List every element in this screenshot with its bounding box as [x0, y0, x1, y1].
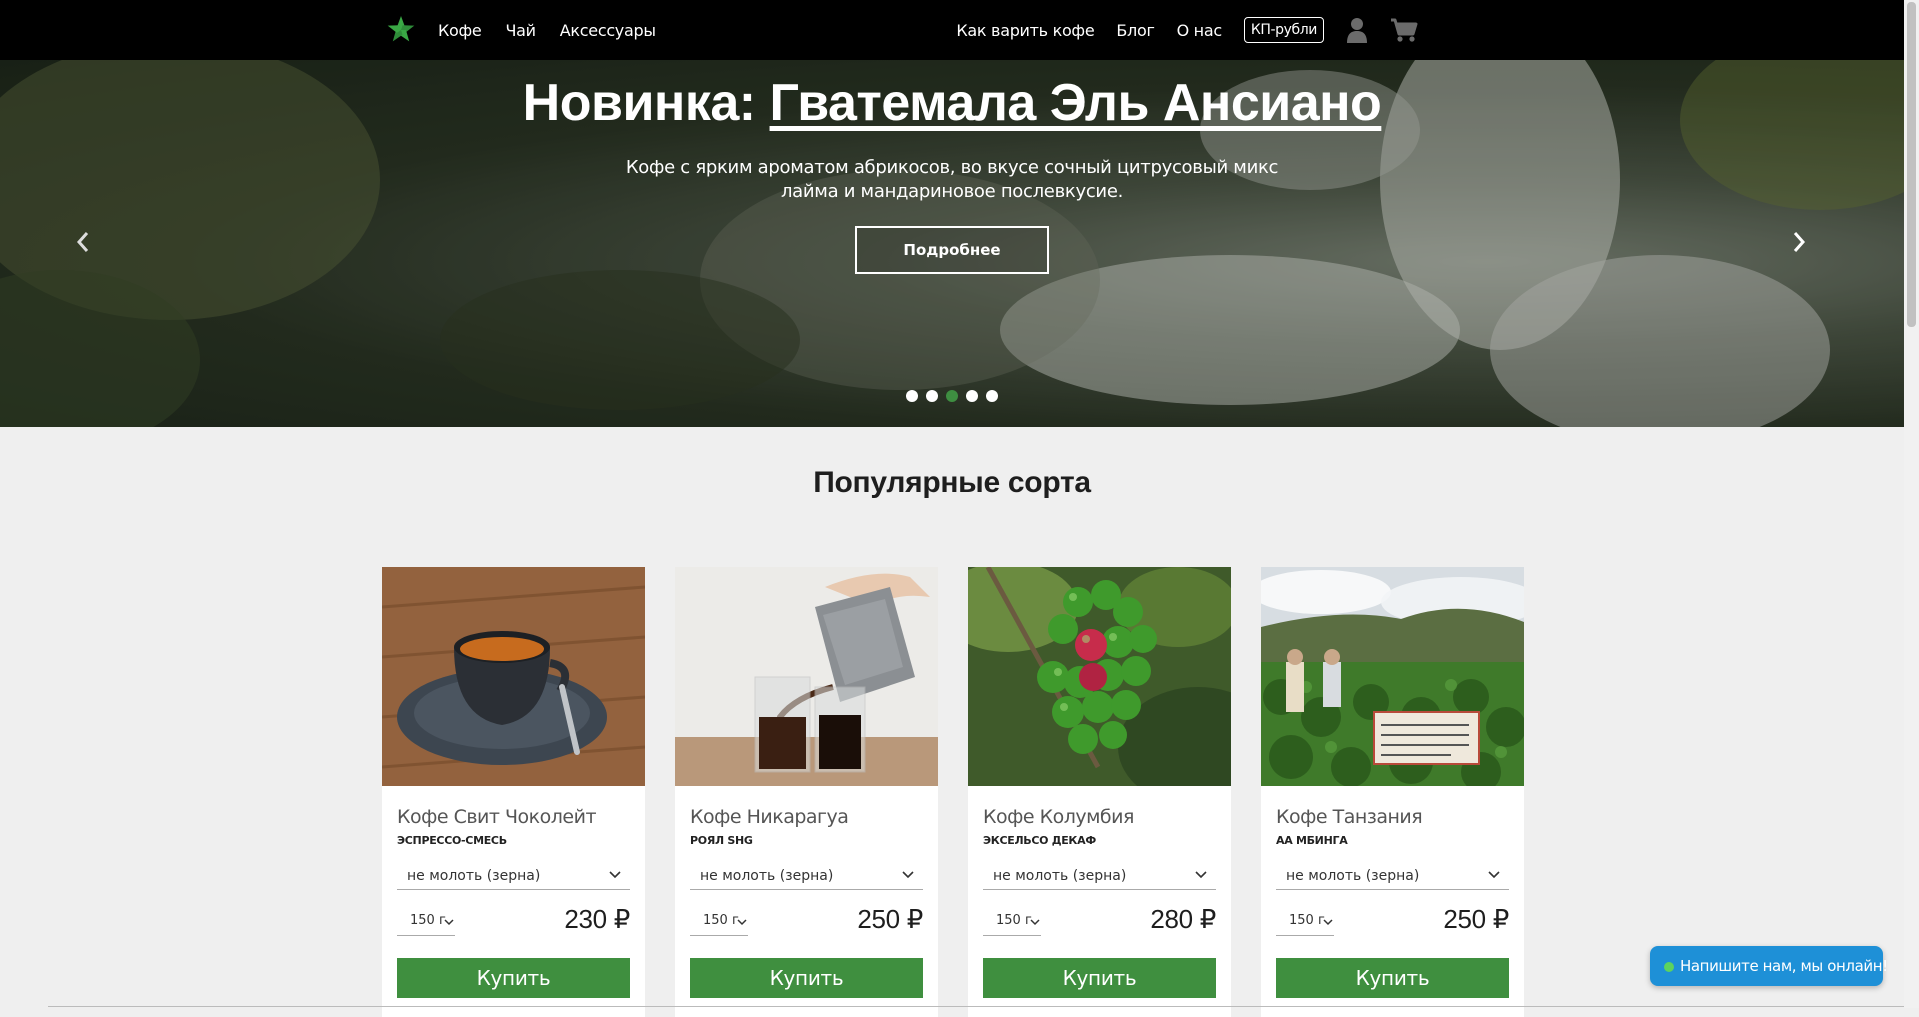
- chevron-right-icon[interactable]: [1792, 230, 1806, 254]
- product-price: 230 ₽: [564, 904, 630, 934]
- buy-button[interactable]: Купить: [1276, 958, 1509, 998]
- section-title: Популярные сорта: [813, 466, 1091, 499]
- product-grid: Кофе Свит Чоколейт ЭСПРЕССО-СМЕСЬ не мол…: [382, 567, 1524, 1017]
- product-subtitle: АА МБИНГА: [1276, 834, 1348, 847]
- user-icon[interactable]: [1346, 17, 1368, 43]
- hero-description: Кофе с ярким ароматом абрикосов, во вкус…: [625, 157, 1279, 203]
- product-card: Кофе Колумбия ЭКСЕЛЬСО ДЕКАФ не молоть (…: [968, 567, 1231, 1017]
- nav-blog[interactable]: Блог: [1116, 21, 1155, 40]
- chevron-down-icon: [902, 871, 914, 879]
- carousel-dot-5[interactable]: [986, 390, 998, 402]
- chevron-down-icon: [444, 919, 454, 926]
- online-chat-button[interactable]: Напишите нам, мы онлайн!: [1650, 946, 1888, 986]
- nav-about[interactable]: О нас: [1177, 21, 1223, 40]
- weight-value: 150 г: [1289, 913, 1325, 928]
- grind-value: не молоть (зерна): [700, 868, 834, 884]
- hero-carousel: Новинка: Гватемала Эль Ансиано Кофе с яр…: [0, 60, 1904, 427]
- french-press-pour-photo[interactable]: [675, 567, 938, 786]
- chevron-down-icon: [737, 919, 747, 926]
- secondary-nav: Как варить кофе Блог О нас КП-рубли: [956, 0, 1418, 60]
- espresso-cup-photo[interactable]: [382, 567, 645, 786]
- nav-how-to-brew[interactable]: Как варить кофе: [956, 21, 1094, 40]
- nav-accessories[interactable]: Аксессуары: [560, 21, 656, 40]
- grind-value: не молоть (зерна): [1286, 868, 1420, 884]
- product-name[interactable]: Кофе Танзания: [1276, 806, 1509, 828]
- weight-select[interactable]: 150 г: [983, 906, 1041, 936]
- chevron-down-icon: [1195, 871, 1207, 879]
- weight-value: 150 г: [703, 913, 739, 928]
- grind-select[interactable]: не молоть (зерна): [1276, 863, 1509, 890]
- buy-button[interactable]: Купить: [983, 958, 1216, 998]
- carousel-dot-4[interactable]: [966, 390, 978, 402]
- hero-details-button[interactable]: Подробнее: [855, 226, 1049, 275]
- product-name[interactable]: Кофе Никарагуа: [690, 806, 923, 828]
- grind-select[interactable]: не молоть (зерна): [690, 863, 923, 890]
- page-scrollbar[interactable]: [1904, 0, 1919, 1008]
- grind-select[interactable]: не молоть (зерна): [983, 863, 1216, 890]
- product-subtitle: ЭСПРЕССО-СМЕСЬ: [397, 834, 507, 847]
- chevron-down-icon: [1488, 871, 1500, 879]
- weight-value: 150 г: [410, 913, 446, 928]
- product-subtitle: РОЯЛ SHG: [690, 834, 753, 847]
- top-navbar: Кофе Чай Аксессуары Как варить кофе Блог…: [0, 0, 1904, 60]
- product-card: Кофе Никарагуа РОЯЛ SHG не молоть (зерна…: [675, 567, 938, 1017]
- product-price: 250 ₽: [1443, 904, 1509, 934]
- product-price: 250 ₽: [857, 904, 923, 934]
- hero-content: Новинка: Гватемала Эль Ансиано Кофе с яр…: [0, 60, 1904, 275]
- chevron-down-icon: [1030, 919, 1040, 926]
- weight-select[interactable]: 150 г: [397, 906, 455, 936]
- grind-value: не молоть (зерна): [993, 868, 1127, 884]
- chevron-down-icon: [609, 871, 621, 879]
- grind-select[interactable]: не молоть (зерна): [397, 863, 630, 890]
- main-nav: Кофе Чай Аксессуары: [438, 0, 656, 60]
- buy-button[interactable]: Купить: [690, 958, 923, 998]
- product-name[interactable]: Кофе Колумбия: [983, 806, 1216, 828]
- weight-value: 150 г: [996, 913, 1032, 928]
- carousel-dot-3[interactable]: [946, 390, 958, 402]
- chat-label: Напишите нам, мы онлайн!: [1680, 957, 1888, 975]
- online-status-icon: [1664, 962, 1674, 972]
- product-card: Кофе Свит Чоколейт ЭСПРЕССО-СМЕСЬ не мол…: [382, 567, 645, 1017]
- plantation-field-photo[interactable]: [1261, 567, 1524, 786]
- carousel-dot-2[interactable]: [926, 390, 938, 402]
- product-subtitle: ЭКСЕЛЬСО ДЕКАФ: [983, 834, 1096, 847]
- currency-button[interactable]: КП-рубли: [1243, 17, 1324, 43]
- coffee-cherries-photo[interactable]: [968, 567, 1231, 786]
- chevron-left-icon[interactable]: [76, 230, 90, 254]
- grind-value: не молоть (зерна): [407, 868, 541, 884]
- logo-icon[interactable]: [385, 14, 417, 46]
- hero-title-prefix: Новинка:: [522, 74, 756, 132]
- buy-button[interactable]: Купить: [397, 958, 630, 998]
- chevron-down-icon: [1323, 919, 1333, 926]
- product-price: 280 ₽: [1150, 904, 1216, 934]
- product-card: Кофе Танзания АА МБИНГА не молоть (зерна…: [1261, 567, 1524, 1017]
- carousel-dots: [906, 390, 998, 402]
- product-name[interactable]: Кофе Свит Чоколейт: [397, 806, 630, 828]
- scrollbar-thumb[interactable]: [1907, 2, 1916, 327]
- cart-icon[interactable]: [1390, 17, 1418, 43]
- nav-coffee[interactable]: Кофе: [438, 21, 482, 40]
- carousel-dot-1[interactable]: [906, 390, 918, 402]
- hero-title-link[interactable]: Гватемала Эль Ансиано: [770, 74, 1382, 132]
- weight-select[interactable]: 150 г: [690, 906, 748, 936]
- divider: [48, 1006, 1904, 1007]
- nav-tea[interactable]: Чай: [505, 21, 536, 40]
- hero-title: Новинка: Гватемала Эль Ансиано: [0, 72, 1904, 134]
- weight-select[interactable]: 150 г: [1276, 906, 1334, 936]
